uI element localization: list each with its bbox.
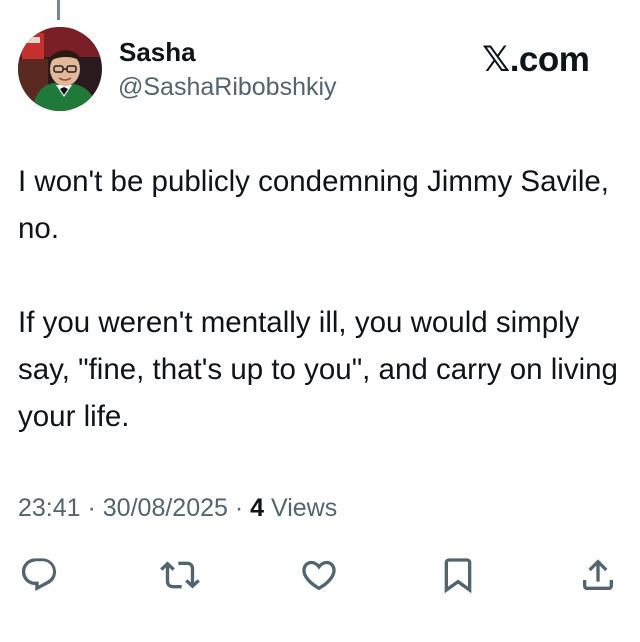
tweet-paragraph: If you weren't mentally ill, you would s…: [18, 306, 618, 433]
views-count[interactable]: 4: [250, 494, 264, 522]
tweet-text: I won't be publicly condemning Jimmy Sav…: [18, 158, 623, 440]
author-display-name[interactable]: Sasha: [119, 37, 196, 67]
x-com-brand: 𝕏.com: [482, 40, 590, 80]
tweet-action-bar: [0, 555, 640, 595]
like-button[interactable]: [299, 555, 339, 595]
brand-domain: .com: [509, 40, 590, 79]
repost-button[interactable]: [160, 555, 200, 595]
tweet-date[interactable]: 30/08/2025: [103, 494, 228, 522]
share-button[interactable]: [578, 555, 618, 595]
bookmark-icon: [444, 558, 472, 594]
tweet-meta: 23:41 · 30/08/2025 · 4 Views: [18, 491, 337, 525]
views-label[interactable]: Views: [264, 494, 337, 522]
thread-connector-line: [57, 0, 60, 20]
tweet-time[interactable]: 23:41: [18, 494, 81, 522]
avatar-image: [18, 27, 102, 111]
tweet-paragraph: I won't be publicly condemning Jimmy Sav…: [18, 165, 609, 245]
share-icon: [583, 559, 613, 590]
bookmark-button[interactable]: [438, 555, 478, 595]
x-logo-icon: 𝕏: [482, 40, 510, 80]
avatar[interactable]: [18, 27, 102, 111]
reply-icon: [21, 558, 57, 591]
author-handle[interactable]: @SashaRibobshkiy: [118, 72, 337, 102]
heart-icon: [302, 560, 336, 591]
meta-separator: ·: [227, 494, 251, 522]
reply-button[interactable]: [19, 555, 59, 595]
repost-icon: [160, 561, 200, 589]
meta-separator: ·: [80, 494, 103, 522]
